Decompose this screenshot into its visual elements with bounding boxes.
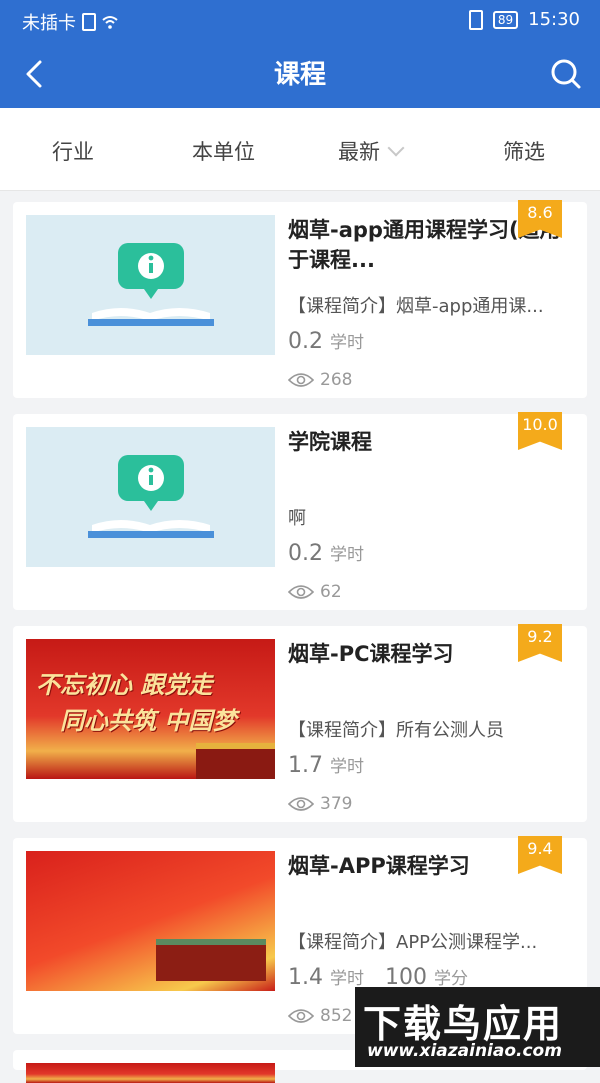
status-left: 未插卡 (22, 9, 118, 35)
page-title: 课程 (273, 60, 326, 90)
carrier-text: 未插卡 (22, 13, 76, 34)
course-intro: 【课程简介】烟草-app通用课... (288, 296, 544, 317)
hours-value: 1.4 (288, 965, 323, 990)
filter-sort-latest[interactable]: 最新 (338, 136, 405, 166)
course-intro: 【课程简介】所有公测人员 (288, 720, 504, 741)
views-count: 852 (320, 1006, 353, 1026)
watermark: 下载鸟应用 www.xiazainiao.com (355, 987, 600, 1067)
course-card[interactable]: 学院课程 啊 0.2 学时 62 10.0 (13, 412, 587, 610)
credits-unit: 学分 (434, 969, 468, 989)
filter-industry[interactable]: 行业 (52, 136, 94, 166)
nav-bar: 课程 (0, 40, 600, 108)
course-thumbnail: 不忘初心 跟党走 同心共筑 中国梦 (26, 639, 275, 779)
filter-screen[interactable]: 筛选 (503, 136, 545, 166)
course-thumbnail (26, 427, 275, 567)
course-card[interactable]: 烟草-app通用课程学习(适用于课程... 【课程简介】烟草-app通用课...… (13, 200, 587, 398)
course-views: 852 (288, 1006, 352, 1026)
hours-value: 1.7 (288, 753, 323, 778)
eye-icon (288, 373, 314, 387)
course-thumbnail (26, 851, 275, 991)
course-hours: 1.7 学时 (288, 752, 364, 778)
status-right: 89 15:30 (468, 9, 580, 30)
hours-value: 0.2 (288, 541, 323, 566)
course-hours: 0.2 学时 (288, 540, 364, 566)
course-thumbnail (26, 215, 275, 355)
battery-icon: 89 (492, 10, 519, 29)
tiananmen-illustration (156, 939, 266, 981)
status-bar: 未插卡 89 15:30 (0, 0, 600, 40)
watermark-url: www.xiazainiao.com (367, 1041, 562, 1061)
hours-unit: 学时 (330, 757, 364, 777)
course-intro: 啊 (288, 508, 306, 529)
search-icon (551, 59, 581, 89)
eye-icon (288, 585, 314, 599)
eye-icon (288, 1009, 314, 1023)
search-button[interactable] (546, 54, 586, 94)
hours-value: 0.2 (288, 329, 323, 354)
tiananmen-illustration (196, 743, 275, 779)
filter-unit[interactable]: 本单位 (192, 136, 255, 166)
wifi-icon (102, 16, 118, 29)
clock-text: 15:30 (528, 9, 580, 30)
book-info-icon (88, 243, 214, 326)
filter-sort-label: 最新 (338, 140, 380, 164)
hours-unit: 学时 (330, 969, 364, 989)
course-thumbnail (26, 1063, 275, 1083)
course-views: 379 (288, 794, 352, 814)
watermark-title: 下载鸟应用 (363, 1002, 564, 1046)
banner-slogan-1: 不忘初心 跟党走 (36, 670, 213, 699)
course-views: 62 (288, 582, 342, 602)
views-count: 379 (320, 794, 353, 814)
course-hours: 0.2 学时 (288, 328, 364, 354)
course-intro: 【课程简介】APP公测课程学... (288, 932, 538, 953)
sim-icon (82, 13, 96, 31)
hours-unit: 学时 (330, 333, 364, 353)
filter-bar: 行业 本单位 最新 筛选 (0, 108, 600, 191)
views-count: 268 (320, 370, 353, 390)
banner-slogan-2: 同心共筑 中国梦 (60, 706, 237, 735)
book-info-icon (88, 455, 214, 538)
views-count: 62 (320, 582, 342, 602)
course-views: 268 (288, 370, 352, 390)
course-card[interactable]: 不忘初心 跟党走 同心共筑 中国梦 烟草-PC课程学习 【课程简介】所有公测人员… (13, 624, 587, 822)
vibrate-icon (468, 9, 483, 30)
eye-icon (288, 797, 314, 811)
hours-unit: 学时 (330, 545, 364, 565)
chevron-down-icon (387, 139, 405, 157)
